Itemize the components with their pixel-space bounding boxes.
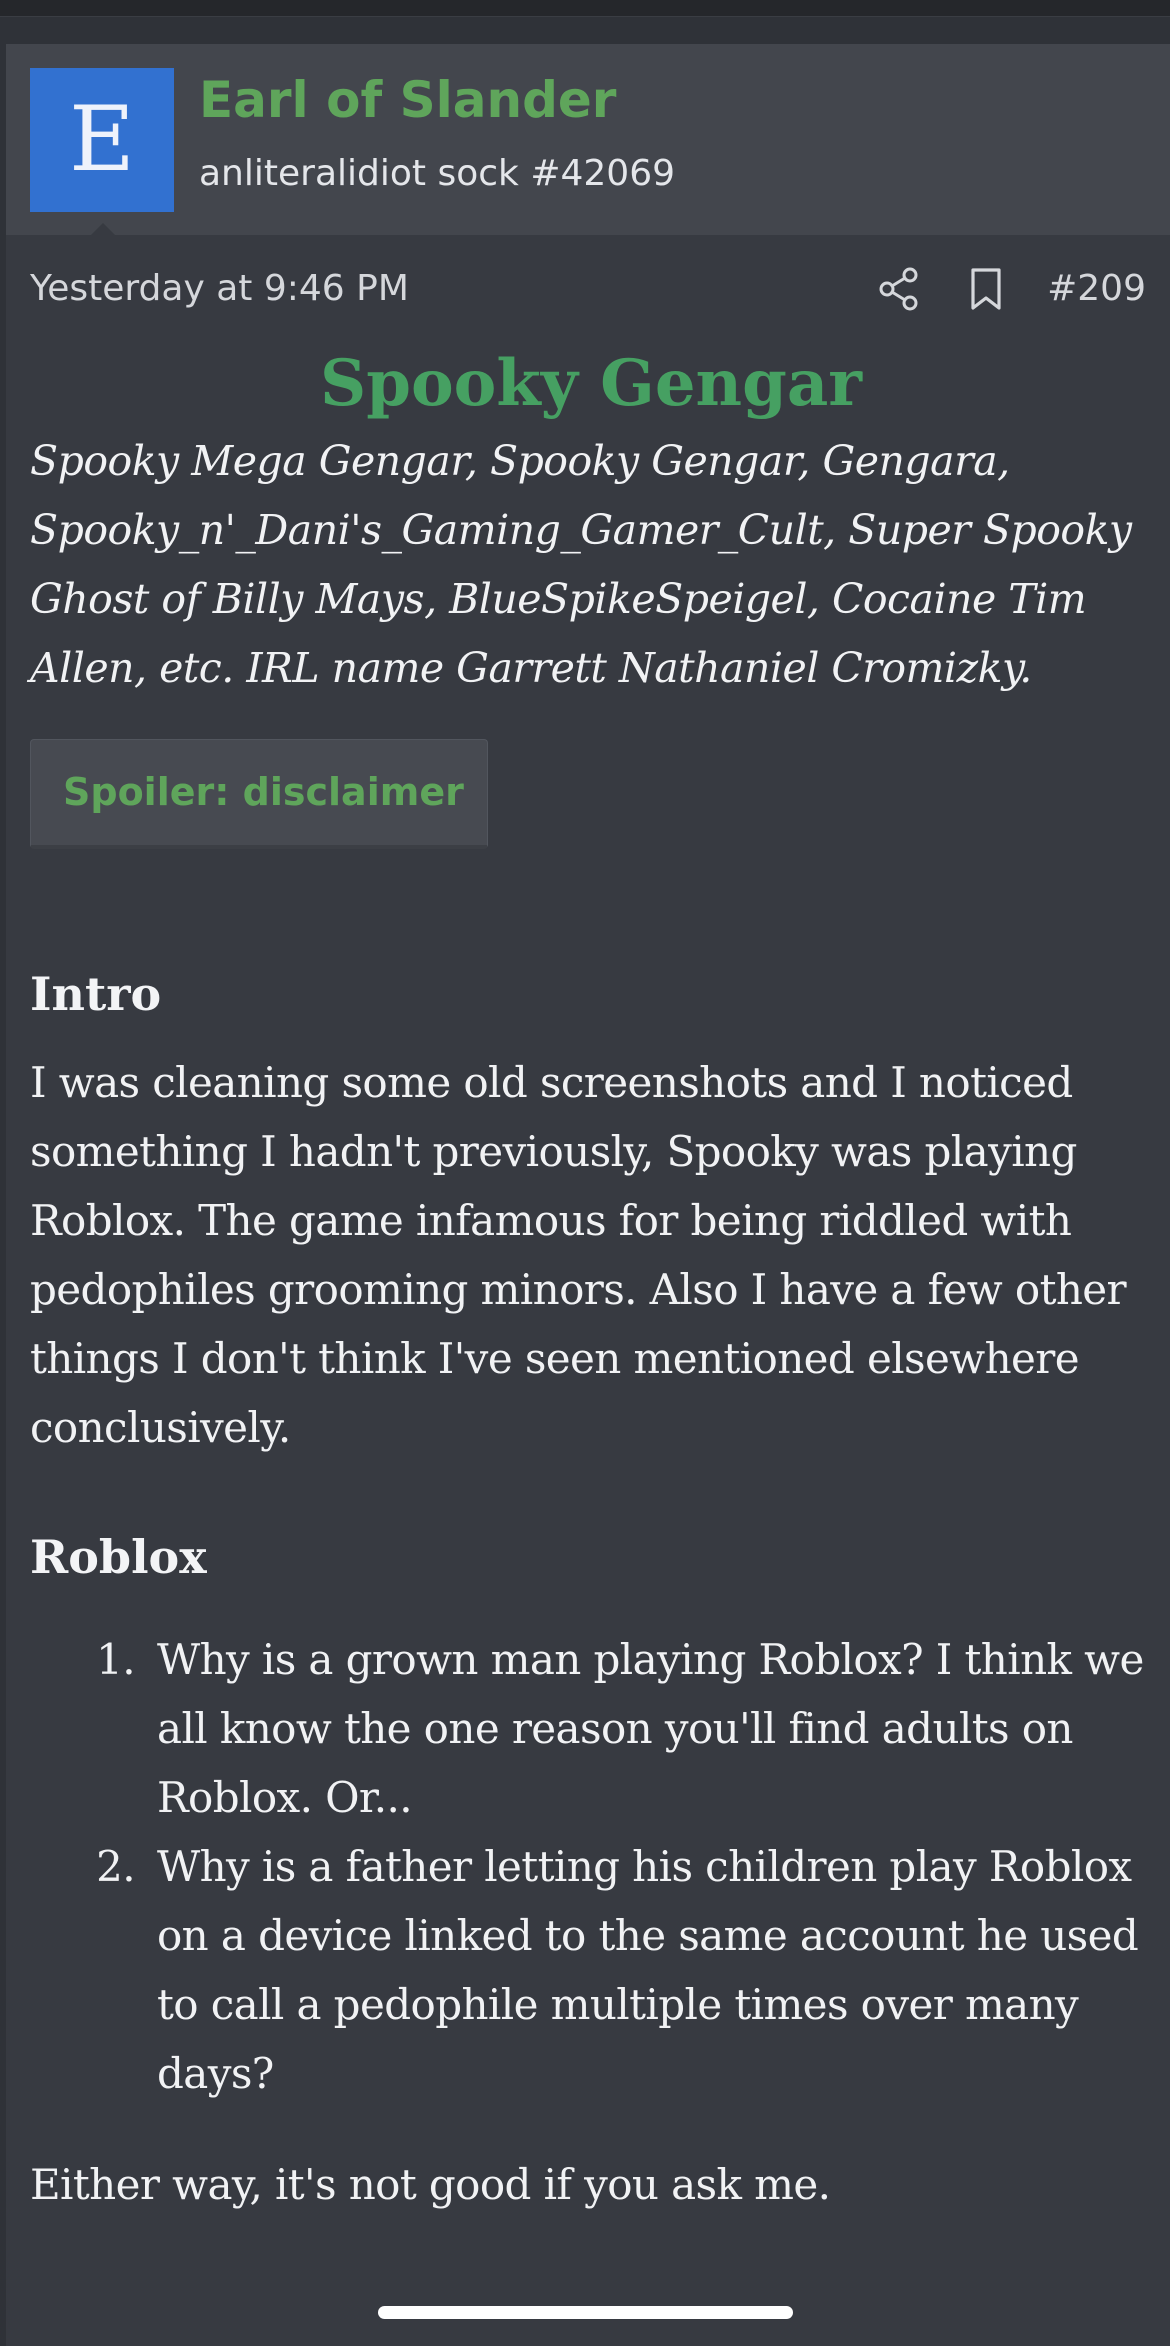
forum-post: E Earl of Slander anliteralidiot sock #4… bbox=[6, 44, 1170, 2346]
post-timestamp-link[interactable]: Yesterday at 9:46 PM bbox=[30, 268, 409, 309]
post-title: Spooky Gengar bbox=[320, 346, 862, 421]
roblox-heading: Roblox bbox=[30, 1529, 207, 1584]
username-link[interactable]: Earl of Slander bbox=[199, 70, 616, 130]
top-strip bbox=[0, 0, 1170, 17]
share-icon[interactable] bbox=[878, 266, 920, 312]
avatar[interactable]: E bbox=[30, 68, 174, 212]
user-title: anliteralidiot sock #42069 bbox=[199, 153, 675, 194]
roblox-list: 1. Why is a grown man playing Roblox? I … bbox=[30, 1625, 1152, 2108]
list-item-text: Why is a grown man playing Roblox? I thi… bbox=[157, 1635, 1144, 1823]
intro-heading: Intro bbox=[30, 966, 162, 1021]
home-indicator[interactable] bbox=[378, 2306, 793, 2319]
post-meta-row: Yesterday at 9:46 PM #209 bbox=[6, 260, 1170, 320]
intro-text: I was cleaning some old screenshots and … bbox=[30, 1057, 1127, 1452]
spoiler-button[interactable]: Spoiler: disclaimer bbox=[30, 738, 488, 849]
bookmark-icon[interactable] bbox=[968, 266, 1004, 312]
cut-off-text: Either way, it's not good if you ask me. bbox=[30, 2160, 831, 2210]
list-item-number: 2. bbox=[96, 1842, 135, 1892]
avatar-letter: E bbox=[69, 87, 135, 192]
aliases-text: Spooky Mega Gengar, Spooky Gengar, Genga… bbox=[30, 436, 1132, 692]
list-item-number: 1. bbox=[96, 1635, 135, 1685]
post-content: Spooky Gengar Spooky Mega Gengar, Spooky… bbox=[30, 342, 1152, 2219]
post-header: E Earl of Slander anliteralidiot sock #4… bbox=[6, 44, 1170, 236]
post-number-link[interactable]: #209 bbox=[1047, 268, 1146, 309]
spoiler-label: Spoiler: disclaimer bbox=[63, 770, 464, 815]
list-item-text: Why is a father letting his children pla… bbox=[157, 1842, 1139, 2099]
header-arrow bbox=[90, 223, 116, 236]
list-item: 2. Why is a father letting his children … bbox=[30, 1832, 1152, 2108]
list-item: 1. Why is a grown man playing Roblox? I … bbox=[30, 1625, 1152, 1832]
